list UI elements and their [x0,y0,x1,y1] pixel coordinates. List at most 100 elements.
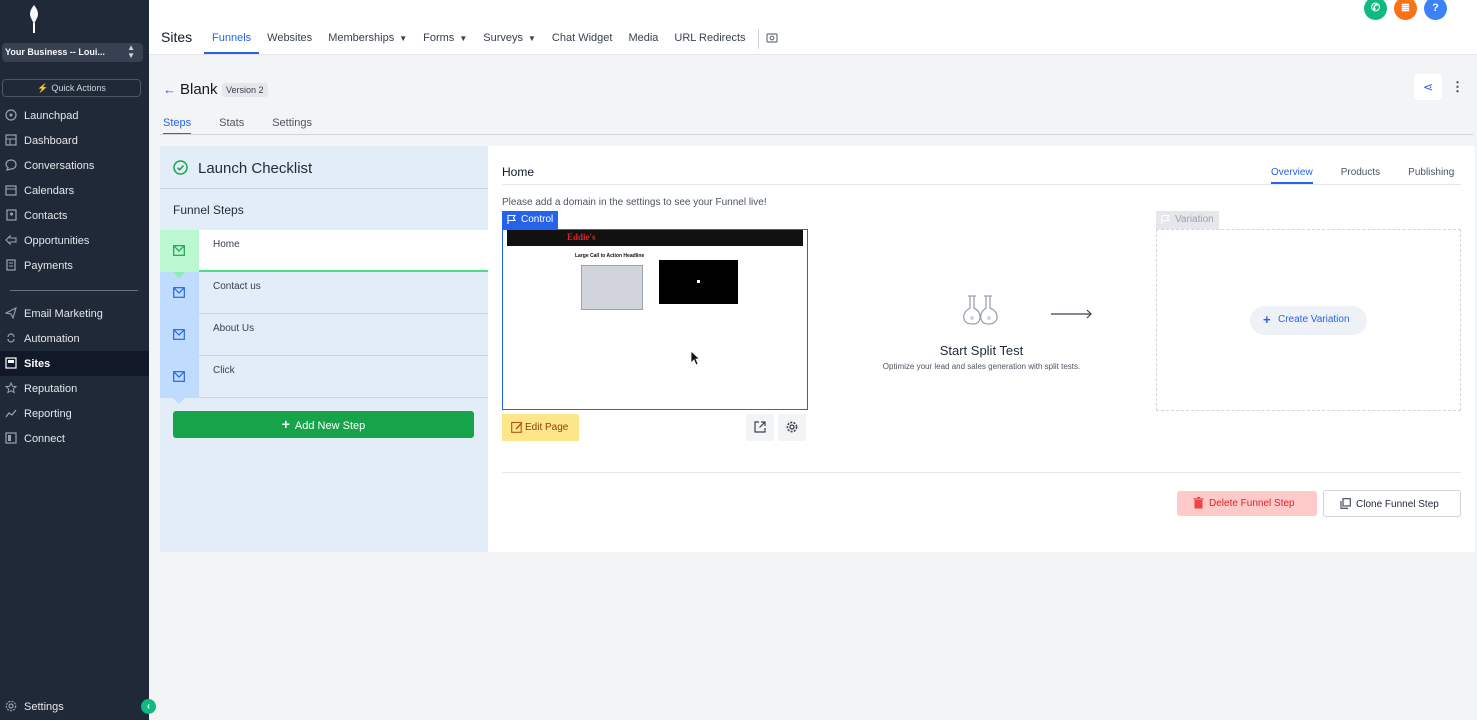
launch-checklist-title: Launch Checklist [198,160,313,177]
delete-funnel-step-button[interactable]: Delete Funnel Step [1177,491,1317,516]
page-preview[interactable]: Eddie's Large Call to Action Headline [502,229,808,410]
variation-label: Variation [1175,214,1214,225]
business-selector[interactable]: Your Business -- Loui... ▲ ▼ [2,43,143,62]
play-icon [697,280,700,283]
tab-memberships[interactable]: Memberships ▼ [320,25,415,54]
payments-icon [6,259,16,271]
sidebar-item-label: Launchpad [24,109,79,122]
tab-surveys[interactable]: Surveys ▼ [475,25,544,54]
lightning-icon: ⚡ [37,83,49,93]
tab-label: Websites [267,32,313,44]
chevron-down-icon: ▼ [527,34,536,43]
funnel-steps-panel: Launch Checklist Funnel Steps Home Conta… [160,146,488,552]
step-icon-column [160,272,199,314]
tab-funnels[interactable]: Funnels [204,25,260,54]
mouse-cursor-icon [690,350,700,366]
step-connector [173,398,185,404]
page-settings-button[interactable] [778,414,806,441]
sidebar-item-reporting[interactable]: Reporting [0,401,149,426]
control-label: Control [521,214,554,225]
settings-gear-icon[interactable] [765,31,779,45]
tab-label: Media [628,32,659,44]
tab-stats[interactable]: Stats [219,117,244,135]
sidebar-item-label: Settings [24,700,64,713]
edit-page-label: Edit Page [525,422,569,433]
share-icon[interactable]: ⋖ [1414,74,1442,100]
funnel-name: Blank [180,81,218,98]
plus-icon: + [1263,312,1271,327]
tab-steps[interactable]: Steps [163,117,192,135]
edit-icon [511,421,523,433]
sidebar-item-conversations[interactable]: Conversations [0,153,149,178]
sidebar-item-reputation[interactable]: Reputation [0,376,149,401]
help-icon[interactable]: ? [1424,0,1447,20]
subtabs-divider [160,134,1473,135]
sidebar-item-label: Payments [24,259,73,272]
arrow-right-icon [1051,309,1092,319]
sidebar-item-payments[interactable]: Payments [0,253,149,278]
sidebar-item-contacts[interactable]: Contacts [0,203,149,228]
flask-icon [963,295,998,325]
tab-overview[interactable]: Overview [1271,167,1313,184]
sidebar-nav-primary: Launchpad Dashboard Conversations Calend… [0,103,149,278]
launch-checklist-header[interactable]: Launch Checklist [160,146,488,189]
create-variation-button[interactable]: + Create Variation [1250,306,1367,335]
sidebar-item-dashboard[interactable]: Dashboard [0,128,149,153]
tab-forms[interactable]: Forms ▼ [415,25,475,54]
quick-actions-button[interactable]: ⚡ Quick Actions [2,79,141,97]
sidebar-item-label: Connect [24,432,65,445]
chart-icon [5,409,17,418]
gear-icon [786,421,798,433]
funnel-step-click[interactable]: Click [160,356,488,404]
tab-websites[interactable]: Websites [259,25,320,54]
sidebar-item-settings[interactable]: Settings [0,694,149,719]
funnel-step-home[interactable]: Home [160,230,488,278]
collapse-sidebar-button[interactable]: ‹ [141,699,156,714]
step-tabs: Overview Products Publishing [1271,167,1454,184]
topbar: Sites Funnels Websites Memberships ▼ Form… [149,0,1477,55]
tab-label: Forms [423,32,455,44]
sidebar-item-launchpad[interactable]: Launchpad [0,103,149,128]
back-arrow-icon[interactable]: ← [163,82,176,97]
step-icon-column [160,314,199,356]
step-divider [199,397,488,398]
funnel-step-contact-us[interactable]: Contact us [160,272,488,320]
variation-tag: Variation [1156,211,1219,229]
step-title: Home [502,165,535,179]
sidebar-item-opportunities[interactable]: Opportunities [0,228,149,253]
version-badge: Version 2 [222,83,268,97]
plus-icon: + [281,416,290,432]
sidebar-item-calendars[interactable]: Calendars [0,178,149,203]
tab-products[interactable]: Products [1341,167,1380,184]
funnel-steps-list: Home Contact us About Us Click [160,230,488,404]
sidebar-item-connect[interactable]: Connect [0,426,149,451]
tab-media[interactable]: Media [620,25,666,54]
chat-icon [5,159,17,171]
sidebar-item-sites[interactable]: Sites [0,351,149,376]
phone-icon[interactable]: ✆ [1364,0,1387,20]
tab-publishing[interactable]: Publishing [1408,167,1454,184]
sidebar-item-automation[interactable]: Automation [0,326,149,351]
logo-icon[interactable] [24,4,44,34]
tab-label: Chat Widget [551,32,613,44]
tab-label: URL Redirects [674,32,746,44]
add-new-step-button[interactable]: + Add New Step [173,411,474,438]
flag-icon [507,215,516,224]
edit-page-button[interactable]: Edit Page [502,414,579,441]
preview-image-placeholder [581,265,643,310]
tab-chat-widget[interactable]: Chat Widget [544,25,621,54]
sidebar-item-label: Automation [24,332,80,345]
more-options-icon[interactable]: ⋮ [1451,79,1464,95]
open-external-button[interactable] [746,414,774,441]
chevron-down-icon: ▼ [399,34,408,43]
tab-url-redirects[interactable]: URL Redirects [666,25,753,54]
clone-funnel-step-button[interactable]: Clone Funnel Step [1323,490,1461,517]
notifications-list-icon[interactable]: ≣ [1394,0,1417,20]
page-title: Sites [161,29,193,45]
envelope-icon [173,287,185,298]
tab-settings[interactable]: Settings [272,117,312,135]
step-name: Home [213,239,240,250]
funnel-step-about-us[interactable]: About Us [160,314,488,362]
sidebar-item-label: Dashboard [24,134,78,147]
sidebar-item-email-marketing[interactable]: Email Marketing [0,301,149,326]
